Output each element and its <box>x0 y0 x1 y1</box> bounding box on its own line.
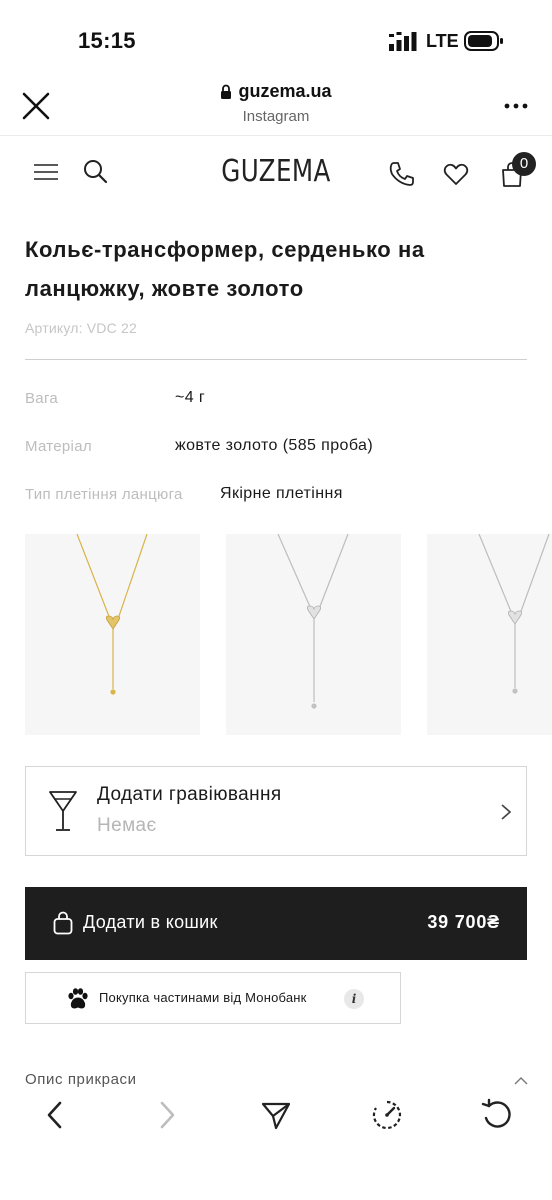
gallery-image-white-gold[interactable] <box>226 534 401 735</box>
share-icon[interactable] <box>259 1098 293 1132</box>
status-bar: 15:15 LTE <box>0 0 552 80</box>
battery-icon <box>464 31 503 51</box>
spec-value-weight: ~4 г <box>175 389 206 406</box>
gallery-image-white-gold-2[interactable] <box>427 534 552 735</box>
in-app-browser-bar: guzema.ua Instagram <box>0 78 552 136</box>
back-arrow-icon[interactable] <box>38 1098 72 1132</box>
url-source: Instagram <box>242 108 310 125</box>
forward-arrow-icon[interactable] <box>150 1098 184 1132</box>
wine-glass-icon <box>49 791 77 831</box>
monobank-label: Покупка частинами від Монобанк <box>99 990 307 1005</box>
site-header: GUZEMA <box>0 136 552 212</box>
url-domain: guzema.ua <box>238 81 332 101</box>
shopping-bag-icon <box>53 911 73 935</box>
chevron-up-icon[interactable] <box>514 1076 528 1085</box>
add-to-cart-button[interactable]: Додати в кошик 39 700₴ <box>25 887 527 960</box>
site-logo[interactable]: GUZEMA <box>50 154 503 189</box>
add-to-cart-label: Додати в кошик <box>83 912 218 932</box>
heart-icon[interactable] <box>443 162 469 186</box>
reload-icon[interactable] <box>480 1098 514 1132</box>
info-icon[interactable]: i <box>344 989 364 1009</box>
description-toggle-label[interactable]: Опис прикраси <box>25 1071 137 1088</box>
monobank-installments-button[interactable]: Покупка частинами від Монобанк i <box>25 972 401 1024</box>
speed-icon[interactable] <box>370 1098 404 1132</box>
cart-count-badge: 0 <box>512 152 536 176</box>
lock-icon <box>221 84 232 99</box>
paw-icon <box>68 988 88 1009</box>
phone-icon[interactable] <box>388 160 416 188</box>
gallery-image-yellow-gold[interactable] <box>25 534 200 735</box>
browser-toolbar <box>0 1090 552 1200</box>
product-sku: Артикул: VDC 22 <box>25 320 137 336</box>
network-type: LTE <box>426 31 459 51</box>
spec-label-material: Матеріал <box>25 438 92 455</box>
spec-label-weight: Вага <box>25 390 59 407</box>
spec-value-material: жовте золото (585 проба) <box>175 437 374 454</box>
spec-value-chain-type: Якірне плетіння <box>220 485 343 502</box>
add-engraving-button[interactable]: Додати гравіювання Немає <box>25 766 527 856</box>
url-display[interactable]: guzema.ua Instagram <box>0 81 552 125</box>
engraving-value: Немає <box>97 815 157 836</box>
product-title: Кольє-трансформер, серденько на ланцюжку… <box>25 237 425 301</box>
more-icon[interactable] <box>504 102 528 110</box>
signal-bars-icon <box>389 32 417 51</box>
status-time: 15:15 <box>78 28 136 53</box>
product-gallery[interactable] <box>25 534 552 736</box>
divider <box>25 359 527 360</box>
product-price: 39 700₴ <box>427 912 500 932</box>
engraving-title: Додати гравіювання <box>97 784 282 805</box>
spec-label-chain-type: Тип плетіння ланцюга <box>25 486 183 503</box>
chevron-right-icon <box>501 804 512 820</box>
